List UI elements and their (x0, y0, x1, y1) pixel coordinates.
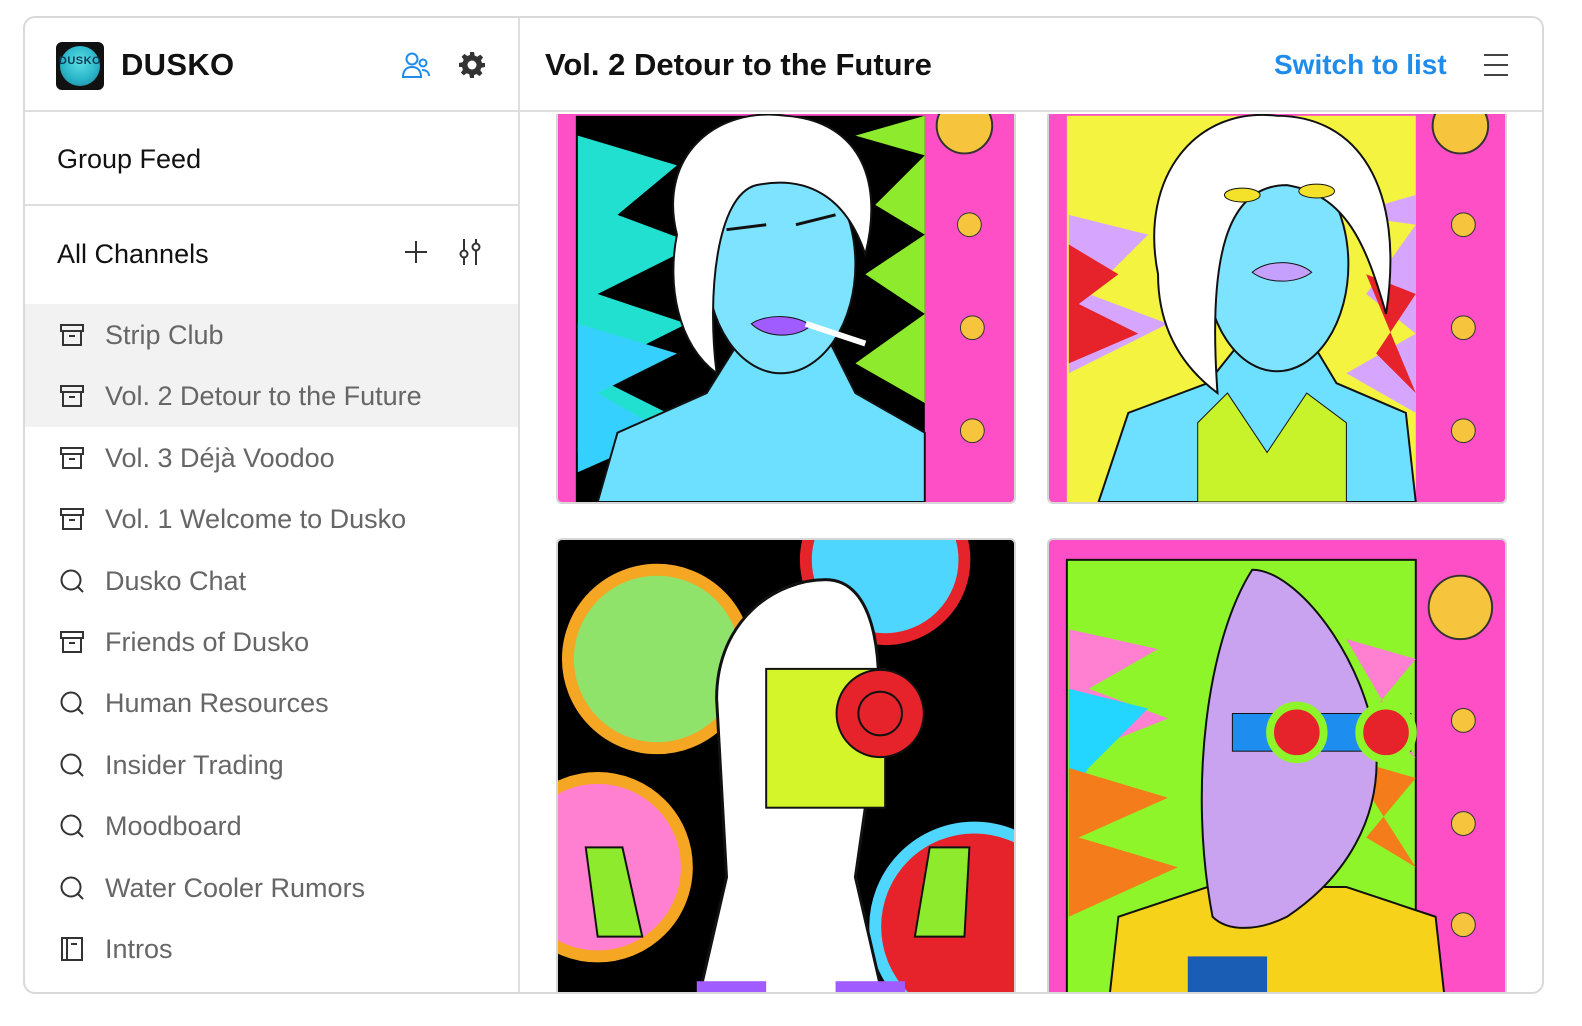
sliders-icon[interactable] (457, 237, 483, 267)
gear-icon[interactable] (457, 50, 487, 80)
channel-label: Insider Trading (105, 749, 284, 780)
channel-label: Intros (105, 933, 173, 964)
group-name: DUSKO (121, 47, 235, 82)
blue-woman-smoking-artwork (558, 114, 1014, 502)
hamburger-menu-icon[interactable] (1482, 52, 1510, 78)
channel-item-insider[interactable]: Insider Trading (25, 734, 518, 795)
chat-bubble-icon (60, 569, 84, 593)
chat-bubble-icon (60, 814, 84, 838)
chat-bubble-icon (60, 691, 84, 716)
main-header: Vol. 2 Detour to the Future Switch to li… (520, 18, 1542, 112)
plus-icon[interactable] (403, 239, 429, 265)
gallery-item-4[interactable] (1047, 538, 1507, 992)
group-logo[interactable]: DUSKO (56, 42, 104, 90)
channel-label: Human Resources (105, 688, 329, 719)
channel-item-vol2[interactable]: Vol. 2 Detour to the Future (25, 365, 518, 427)
app-window: DUSKO DUSKO Group Feed All Channels Stri… (23, 16, 1544, 994)
channel-item-water-cooler[interactable]: Water Cooler Rumors (25, 857, 518, 918)
notebook-icon (61, 936, 83, 961)
channel-label: Strip Club (105, 320, 224, 350)
chat-bubble-icon (60, 876, 84, 900)
channels-header: All Channels (25, 206, 518, 300)
channel-label: Moodboard (105, 811, 242, 842)
chat-bubble-icon (60, 753, 84, 777)
channel-label: Vol. 3 Déjà Voodoo (105, 442, 335, 473)
channel-item-vol1[interactable]: Vol. 1 Welcome to Dusko (25, 488, 518, 549)
white-robot-clocks-artwork (558, 540, 1014, 992)
group-feed-link[interactable]: Group Feed (25, 112, 518, 206)
gallery-item-2[interactable] (1047, 114, 1507, 504)
channel-label: Vol. 2 Detour to the Future (105, 381, 422, 412)
gallery-item-3[interactable] (556, 538, 1016, 992)
channel-label: Dusko Chat (105, 565, 247, 596)
archive-icon (60, 630, 84, 653)
blue-woman-yellow-eyes-artwork (1049, 114, 1505, 502)
main-panel: Vol. 2 Detour to the Future Switch to li… (520, 18, 1542, 992)
channel-label: Vol. 1 Welcome to Dusko (105, 504, 407, 535)
channel-item-friends[interactable]: Friends of Dusko (25, 611, 518, 672)
channel-item-vol3[interactable]: Vol. 3 Déjà Voodoo (25, 427, 518, 488)
gallery-item-1[interactable] (556, 114, 1016, 504)
purple-figure-goggles-artwork (1049, 540, 1505, 992)
group-feed-label: Group Feed (57, 144, 202, 174)
archive-icon (60, 508, 84, 531)
channel-item-moodboard[interactable]: Moodboard (25, 795, 518, 856)
gallery-grid (520, 114, 1542, 992)
archive-icon (60, 446, 84, 469)
archive-icon (60, 324, 84, 346)
page-title: Vol. 2 Detour to the Future (545, 47, 932, 82)
channel-item-intros[interactable]: Intros (25, 918, 518, 979)
channel-item-dusko-chat[interactable]: Dusko Chat (25, 550, 518, 611)
switch-to-list-button[interactable]: Switch to list (1274, 49, 1447, 81)
channel-item-strip-club[interactable]: Strip Club (25, 304, 518, 366)
channels-title: All Channels (57, 239, 209, 269)
sidebar-header: DUSKO DUSKO (25, 18, 518, 112)
channel-label: Friends of Dusko (105, 626, 310, 657)
channel-list: Strip Club Vol. 2 Detour to the Future V… (25, 304, 518, 979)
sidebar: DUSKO DUSKO Group Feed All Channels Stri… (25, 18, 520, 992)
channel-item-hr[interactable]: Human Resources (25, 672, 518, 733)
archive-icon (60, 385, 84, 408)
members-icon[interactable] (401, 50, 431, 80)
channel-label: Water Cooler Rumors (105, 872, 366, 903)
